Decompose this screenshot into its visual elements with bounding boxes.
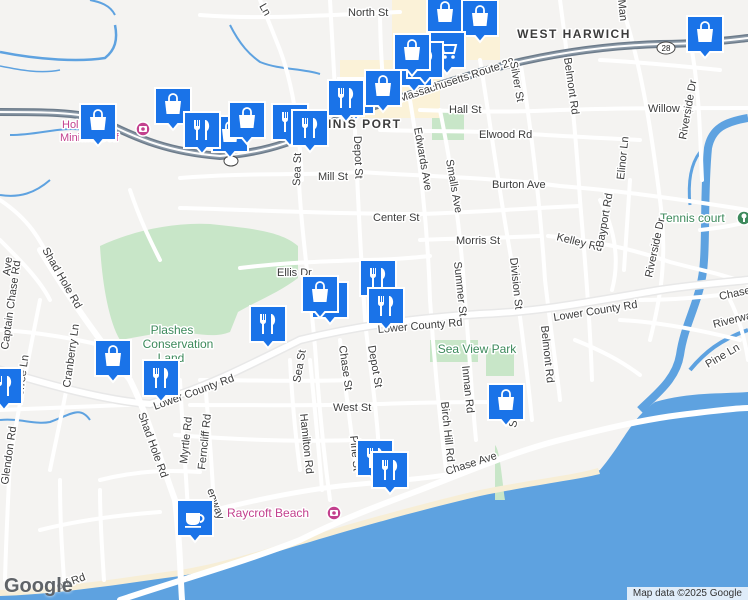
- road-label-division-st: Division St: [507, 257, 524, 310]
- road-label-sea-st: Sea St: [291, 153, 304, 186]
- camera-icon[interactable]: [135, 121, 151, 137]
- poi-label-raycroft-beach: Raycroft Beach: [227, 506, 309, 520]
- map-marker-shopping[interactable]: [79, 103, 117, 148]
- map-marker-shopping[interactable]: [364, 69, 402, 114]
- google-logo: Google: [4, 575, 73, 597]
- map-marker-restaurant[interactable]: [183, 111, 221, 156]
- map-marker-restaurant[interactable]: [0, 367, 23, 412]
- poi-label-tennis-court: Tennis court: [660, 211, 725, 225]
- road-label-shad-hole-rd-north: Shad Hole Rd: [39, 246, 84, 311]
- road-label-morris-st: Morris St: [456, 235, 500, 247]
- tennis-icon[interactable]: [736, 210, 748, 226]
- camera-icon[interactable]: [326, 505, 342, 521]
- road-label-glendon-rd: Glendon Rd: [0, 426, 19, 486]
- place-label-west-harwich: WEST HARWICH: [517, 27, 631, 41]
- road-label-ave-west: Ave: [1, 256, 15, 276]
- map-marker-restaurant[interactable]: [327, 79, 365, 124]
- park-label-plashes-1: Plashes: [151, 323, 194, 337]
- road-label-pine-ln: Pine Ln: [704, 342, 742, 371]
- map-marker-shopping[interactable]: [461, 0, 499, 44]
- road-label-chase-ave-east: Chase: [718, 285, 748, 303]
- route-28-shield: 28: [656, 41, 676, 55]
- road-label-center-st: Center St: [373, 212, 419, 224]
- road-label-elwood-rd: Elwood Rd: [479, 129, 532, 141]
- map-marker-shopping[interactable]: [487, 383, 525, 428]
- place-label-harwich-port: NNIS PORT: [323, 117, 402, 131]
- map-marker-shopping[interactable]: [94, 339, 132, 384]
- map-marker-restaurant[interactable]: [367, 287, 405, 332]
- map-marker-shopping[interactable]: [301, 275, 339, 320]
- road-label-west-st: West St: [333, 402, 371, 414]
- road-label-sea-st-south: Sea St: [291, 349, 309, 384]
- road-label-depot-st-south: Depot St: [365, 344, 384, 388]
- road-label-cranberry-ln: Cranberry Ln: [61, 323, 82, 388]
- map-marker-shopping[interactable]: [228, 101, 266, 146]
- road-label-shad-hole-rd-south: Shad Hole Rd: [135, 411, 170, 479]
- map-marker-cafe[interactable]: [176, 499, 214, 544]
- road-label-north-st: North St: [348, 7, 388, 19]
- map-marker-shopping[interactable]: [686, 15, 724, 60]
- map-marker-restaurant[interactable]: [291, 109, 329, 154]
- road-label-belmont-rd: Belmont Rd: [561, 57, 581, 116]
- road-label-depot-st: Depot St: [351, 136, 364, 179]
- map-marker-restaurant[interactable]: [249, 305, 287, 350]
- road-label-hall-st: Hall St: [449, 104, 481, 116]
- park-label-sea-view-park: Sea View Park: [438, 342, 517, 356]
- road-label-burton-ave: Burton Ave: [492, 179, 546, 191]
- map-canvas[interactable]: 28 WEST HARWICH NNIS PORT Sea View Park …: [0, 0, 748, 600]
- road-label-smalls-ave: Smalls Ave: [443, 158, 464, 213]
- map-attribution[interactable]: Map data ©2025 Google: [626, 587, 748, 600]
- road-label-summer-st: Summer St: [451, 261, 469, 317]
- park-label-plashes-2: Conservation: [143, 337, 214, 351]
- svg-text:28: 28: [662, 44, 671, 53]
- road-label-chase-st: Chase St: [336, 345, 354, 391]
- map-marker-restaurant[interactable]: [142, 359, 180, 404]
- road-label-inman-rd: Inman Rd: [459, 365, 476, 414]
- road-label-manor: Man: [615, 0, 629, 22]
- road-label-edwards-ave: Edwards Ave: [411, 126, 434, 191]
- map-marker-restaurant[interactable]: [371, 451, 409, 496]
- road-label-elinor-ln: Elinor Ln: [615, 136, 631, 180]
- road-label-mill-st: Mill St: [318, 171, 348, 183]
